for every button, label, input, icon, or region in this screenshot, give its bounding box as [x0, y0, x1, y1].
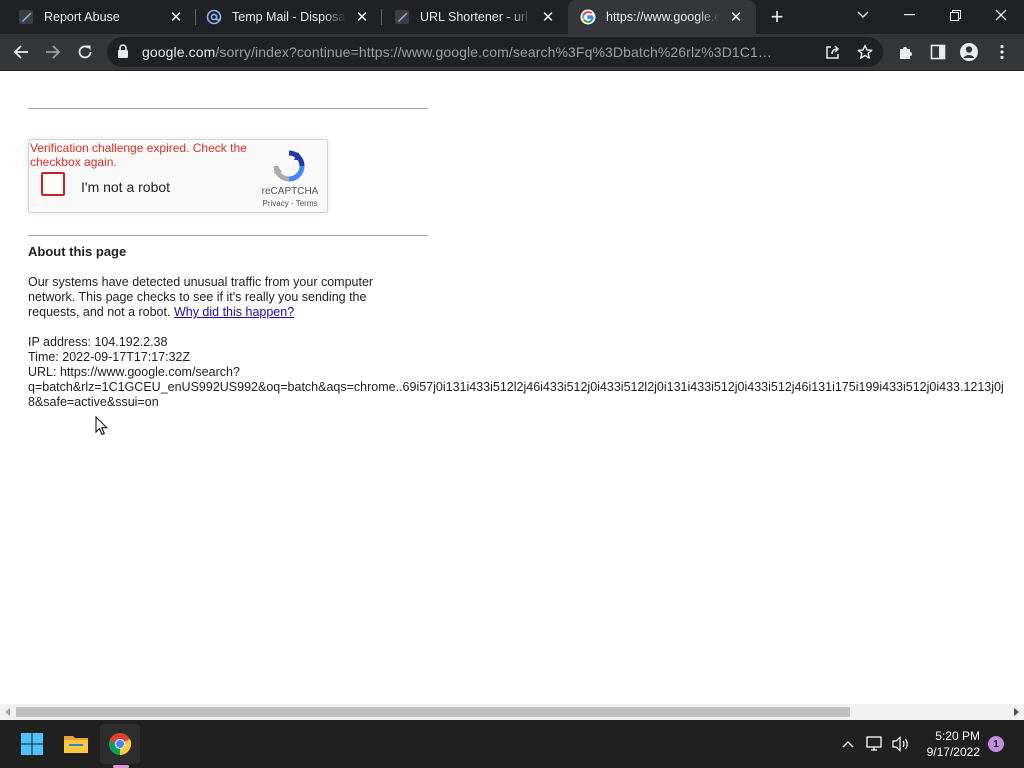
- terms-link[interactable]: Terms: [296, 199, 318, 208]
- close-window-icon[interactable]: [978, 0, 1024, 30]
- scrollbar-thumb[interactable]: [16, 707, 850, 717]
- tab-temp-mail[interactable]: Temp Mail - Disposable ✕: [196, 0, 382, 34]
- browser-toolbar: google.com/sorry/index?continue=https://…: [0, 34, 1024, 71]
- url-host: google.com: [142, 44, 216, 60]
- back-arrow-icon[interactable]: [7, 38, 35, 66]
- show-hidden-icons-chevron-icon[interactable]: [838, 734, 858, 754]
- forward-arrow-icon[interactable]: [39, 38, 67, 66]
- recaptcha-error-text: Verification challenge expired. Check th…: [30, 141, 247, 169]
- at-sign-icon: [206, 9, 222, 25]
- tab-strip: Report Abuse ✕ Temp Mail - Disposable ✕ …: [0, 0, 1024, 34]
- notification-badge[interactable]: 1: [988, 736, 1004, 752]
- bookmark-star-icon[interactable]: [855, 42, 875, 62]
- close-tab-icon[interactable]: ✕: [728, 9, 744, 26]
- tab-google-sorry[interactable]: https://www.google.com/sorry ✕: [568, 0, 756, 34]
- tab-title: https://www.google.com/sorry: [606, 10, 720, 24]
- recaptcha-brand: reCAPTCHA: [261, 186, 319, 197]
- restore-icon[interactable]: [932, 0, 978, 30]
- url-line-2: q=batch&rlz=1C1GCEU_enUS992US992&oq=batc…: [28, 380, 1004, 394]
- minimize-icon[interactable]: [886, 0, 932, 30]
- lock-icon[interactable]: [117, 44, 129, 64]
- mouse-pointer-icon: [95, 415, 109, 441]
- share-icon[interactable]: [823, 42, 843, 62]
- why-link[interactable]: Why did this happen?: [174, 305, 294, 319]
- profile-avatar-icon[interactable]: [955, 38, 983, 66]
- recaptcha-links: Privacy - Terms: [255, 199, 325, 208]
- recaptcha-checkbox-label[interactable]: I'm not a robot: [81, 179, 170, 195]
- menu-kebab-icon[interactable]: [988, 38, 1016, 66]
- tab-search-icon[interactable]: [840, 0, 886, 30]
- volume-icon[interactable]: [891, 734, 911, 754]
- url-line-1: URL: https://www.google.com/search?: [28, 365, 240, 379]
- windows-taskbar: 5:20 PM 9/17/2022 1: [0, 720, 1024, 768]
- timestamp: Time: 2022-09-17T17:17:32Z: [28, 350, 191, 364]
- url-text[interactable]: google.com/sorry/index?continue=https://…: [142, 44, 782, 60]
- tab-url-shortener[interactable]: URL Shortener - url short ✕: [382, 0, 568, 34]
- horizontal-scrollbar[interactable]: [0, 704, 1024, 720]
- page-content: Verification challenge expired. Check th…: [0, 71, 1024, 704]
- tab-title: URL Shortener - url short: [420, 10, 532, 24]
- recaptcha-checkbox[interactable]: [41, 172, 65, 196]
- new-tab-button[interactable]: +: [764, 4, 790, 29]
- side-panel-icon[interactable]: [924, 38, 952, 66]
- pencil-icon: [18, 9, 34, 25]
- system-clock[interactable]: 5:20 PM 9/17/2022: [918, 728, 980, 760]
- privacy-link[interactable]: Privacy: [263, 199, 289, 208]
- divider: [28, 235, 428, 236]
- close-tab-icon[interactable]: ✕: [354, 9, 370, 26]
- network-icon[interactable]: [865, 734, 885, 754]
- close-tab-icon[interactable]: ✕: [540, 9, 556, 26]
- tab-title: Report Abuse: [44, 10, 120, 24]
- close-tab-icon[interactable]: ✕: [168, 9, 184, 26]
- scroll-right-arrow-icon[interactable]: [1012, 708, 1020, 716]
- ip-address: IP address: 104.192.2.38: [28, 335, 168, 349]
- recaptcha-logo-icon: [273, 150, 305, 187]
- url-line-3: 8&safe=active&ssui=on: [28, 395, 159, 409]
- url-path: /sorry/index?continue=https://www.google…: [215, 44, 782, 60]
- file-explorer-icon[interactable]: [56, 724, 96, 764]
- tab-report-abuse[interactable]: Report Abuse ✕: [0, 0, 196, 34]
- address-bar[interactable]: google.com/sorry/index?continue=https://…: [107, 37, 883, 67]
- extensions-puzzle-icon[interactable]: [892, 38, 920, 66]
- google-icon: [580, 9, 596, 25]
- pencil-icon: [394, 9, 410, 25]
- chrome-taskbar-icon[interactable]: [100, 724, 140, 764]
- scroll-left-arrow-icon[interactable]: [4, 708, 12, 716]
- windows-start-icon[interactable]: [12, 724, 52, 764]
- clock-date: 9/17/2022: [926, 745, 980, 759]
- link-separator: -: [288, 199, 296, 208]
- about-heading: About this page: [28, 244, 127, 259]
- reload-icon[interactable]: [71, 38, 99, 66]
- clock-time: 5:20 PM: [935, 729, 980, 743]
- divider: [28, 108, 428, 109]
- recaptcha-widget: Verification challenge expired. Check th…: [28, 139, 328, 213]
- about-text: Our systems have detected unusual traffi…: [28, 275, 408, 320]
- tab-title: Temp Mail - Disposable: [232, 10, 346, 24]
